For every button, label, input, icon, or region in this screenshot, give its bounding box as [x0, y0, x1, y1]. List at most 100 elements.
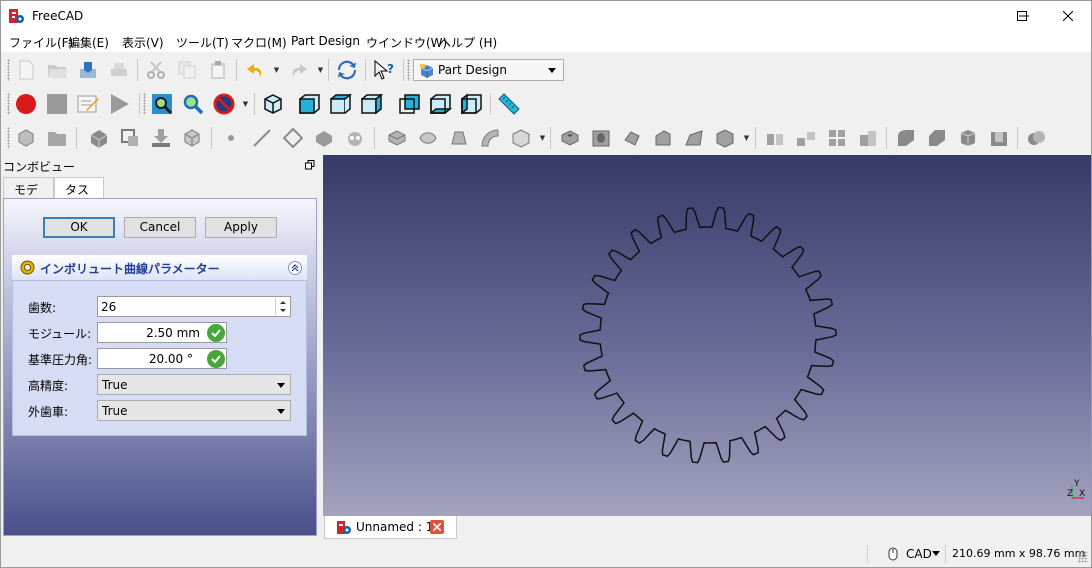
save-button[interactable]	[76, 58, 100, 82]
datum-plane-button[interactable]	[281, 126, 305, 150]
macro-record-button[interactable]	[14, 92, 38, 116]
additive-pipe-button[interactable]	[478, 126, 502, 150]
maximize-button[interactable]	[999, 1, 1045, 31]
toolbar-grip[interactable]	[7, 59, 10, 81]
view-right-button[interactable]	[360, 92, 384, 116]
subtractive-pipe-icon	[685, 130, 703, 146]
sub-shape-binder-button[interactable]	[343, 126, 367, 150]
paste-button[interactable]	[206, 58, 230, 82]
macro-edit-button[interactable]	[76, 92, 100, 116]
workbench-selector[interactable]: Part Design	[413, 59, 564, 81]
tab-task[interactable]: タスク	[54, 177, 104, 214]
create-part-button[interactable]	[45, 126, 69, 150]
undo-button[interactable]	[243, 58, 267, 82]
tab-model[interactable]: モデル	[3, 177, 54, 214]
view-isometric-button[interactable]	[261, 92, 285, 116]
size-grip[interactable]	[1078, 551, 1088, 563]
toolbar-grip[interactable]	[7, 93, 10, 115]
apply-button[interactable]: Apply	[205, 217, 277, 238]
menu-tools[interactable]: ツール(T)	[176, 34, 229, 51]
validate-sketch-button[interactable]	[118, 126, 142, 150]
view-bottom-button[interactable]	[429, 92, 453, 116]
refresh-button[interactable]	[335, 58, 359, 82]
subtractive-primitive-dropdown[interactable]: ▼	[742, 126, 751, 150]
teeth-spinbox[interactable]: 26	[97, 296, 291, 317]
menu-file[interactable]: ファイル(F)	[9, 34, 73, 51]
navigation-style-selector[interactable]: CAD	[906, 547, 932, 561]
hole-button[interactable]	[589, 126, 613, 150]
cut-button[interactable]	[144, 58, 168, 82]
undo-dropdown[interactable]: ▼	[272, 58, 281, 82]
datum-line-button[interactable]	[250, 126, 274, 150]
document-tab-unnamed[interactable]: Unnamed : 1*	[324, 516, 457, 539]
chamfer-button[interactable]	[925, 126, 949, 150]
menu-view[interactable]: 表示(V)	[122, 34, 164, 51]
pocket-button[interactable]	[558, 126, 582, 150]
additive-loft-button[interactable]	[447, 126, 471, 150]
local-coordinate-system-button[interactable]	[312, 126, 336, 150]
view-top-button[interactable]	[329, 92, 353, 116]
macro-run-button[interactable]	[107, 92, 131, 116]
high-precision-select[interactable]: True	[97, 374, 291, 395]
draw-style-dropdown[interactable]: ▼	[241, 92, 250, 116]
shape-binder-button[interactable]	[149, 126, 173, 150]
spin-up-icon[interactable]	[276, 298, 290, 306]
copy-button[interactable]	[175, 58, 199, 82]
create-body-button[interactable]	[14, 126, 38, 150]
spin-down-icon[interactable]	[276, 307, 290, 315]
measure-distance-button[interactable]	[497, 92, 521, 116]
redo-dropdown[interactable]: ▼	[316, 58, 325, 82]
draw-style-icon	[213, 93, 235, 115]
new-document-button[interactable]	[14, 58, 38, 82]
additive-primitive-button[interactable]	[509, 126, 533, 150]
polar-pattern-button[interactable]	[825, 126, 849, 150]
revolution-button[interactable]	[416, 126, 440, 150]
boolean-button[interactable]	[1024, 126, 1048, 150]
macro-stop-button[interactable]	[45, 92, 69, 116]
ok-button[interactable]: OK	[43, 217, 115, 238]
clone-button[interactable]	[180, 126, 204, 150]
external-gear-select[interactable]: True	[97, 400, 291, 421]
document-close-button[interactable]	[430, 520, 444, 534]
pad-button[interactable]	[385, 126, 409, 150]
open-button[interactable]	[45, 58, 69, 82]
fillet-icon	[898, 130, 914, 146]
mirrored-button[interactable]	[763, 126, 787, 150]
menu-help[interactable]: ヘルプ (H)	[439, 34, 497, 51]
menu-macro[interactable]: マクロ(M)	[231, 34, 287, 51]
toolbar-grip[interactable]	[407, 59, 410, 81]
print-button[interactable]	[107, 58, 131, 82]
multi-transform-button[interactable]	[856, 126, 880, 150]
menu-window[interactable]: ウインドウ(W)	[366, 34, 447, 51]
view-front-button[interactable]	[298, 92, 322, 116]
groove-button[interactable]	[620, 126, 644, 150]
create-sketch-button[interactable]	[87, 126, 111, 150]
view-rear-button[interactable]	[398, 92, 422, 116]
3d-view[interactable]: Y Z X	[323, 155, 1091, 516]
chevron-down-icon[interactable]	[932, 551, 940, 556]
whats-this-button[interactable]: ?	[372, 58, 396, 82]
datum-point-button[interactable]	[219, 126, 243, 150]
toolbar-grip[interactable]	[143, 93, 146, 115]
menu-part-design[interactable]: Part Design	[291, 34, 360, 48]
thickness-button[interactable]	[987, 126, 1011, 150]
close-button[interactable]	[1045, 1, 1091, 31]
draw-style-button[interactable]	[212, 92, 236, 116]
fit-selection-button[interactable]	[181, 92, 205, 116]
menu-edit[interactable]: 編集(E)	[68, 34, 109, 51]
view-left-button[interactable]	[460, 92, 484, 116]
spin-buttons[interactable]	[275, 298, 289, 315]
toolbar-grip[interactable]	[7, 127, 10, 149]
cancel-button[interactable]: Cancel	[124, 217, 196, 238]
collapse-icon[interactable]	[288, 261, 302, 275]
additive-primitive-dropdown[interactable]: ▼	[538, 126, 547, 150]
redo-button[interactable]	[287, 58, 311, 82]
subtractive-primitive-button[interactable]	[713, 126, 737, 150]
subtractive-pipe-button[interactable]	[682, 126, 706, 150]
fit-all-button[interactable]	[150, 92, 174, 116]
fillet-button[interactable]	[894, 126, 918, 150]
subtractive-loft-button[interactable]	[651, 126, 675, 150]
undock-icon[interactable]	[305, 160, 315, 170]
draft-button[interactable]	[956, 126, 980, 150]
linear-pattern-button[interactable]	[794, 126, 818, 150]
